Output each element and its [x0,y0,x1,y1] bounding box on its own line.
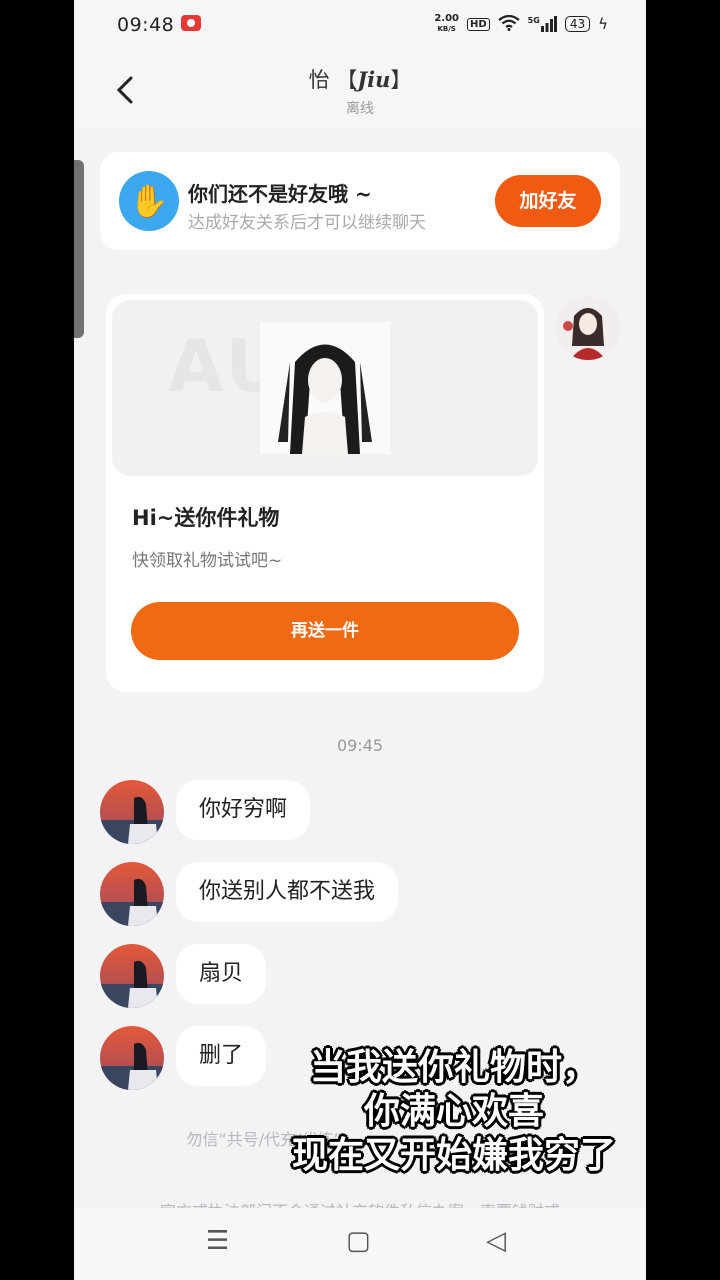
gift-avatar-image [260,322,390,454]
contact-name-end: 】 [390,68,412,92]
gift-title: Hi~送你件礼物 [132,506,280,530]
contact-name-main: 怡 【 [308,68,358,92]
message-bubble[interactable]: 删了 [176,1026,267,1086]
charging-icon: ϟ [598,15,608,33]
gift-message-card[interactable]: AU Hi~送你件礼物 快领取礼物试试吧~ 再送一件 [106,294,544,692]
caption-line-2: 你满心欢喜 [363,1091,544,1132]
battery-icon: 43 [564,16,591,32]
my-avatar[interactable] [556,296,620,360]
chat-header: 怡 【Jiu】 离线 [74,52,646,128]
network-type: 5G [527,16,540,25]
gift-preview: AU [112,300,538,476]
contact-status: 离线 [346,101,374,117]
status-bar: 09:48 2.00 KB/S HD 5G 43 ϟ [74,0,646,52]
not-friends-banner: ✋ 你们还不是好友哦 ~ 达成好友关系后才可以继续聊天 加好友 [100,152,620,250]
message-bubble[interactable]: 你送别人都不送我 [176,862,399,922]
message-timestamp: 09:45 [336,736,384,755]
status-time: 09:48 [117,14,175,36]
contact-avatar[interactable] [100,780,164,844]
menu-icon[interactable]: ☰ [206,1226,229,1256]
contact-name-stylized: Jiu [357,67,391,92]
home-icon[interactable]: ▢ [346,1226,371,1256]
network-speed: 2.00 KB/S [434,14,459,34]
video-caption: 当我送你礼物时， 你满心欢喜 现在又开始嫌我穷了 [264,1046,644,1178]
chat-title: 怡 【Jiu】 离线 [74,64,646,118]
phone-screen: 09:48 2.00 KB/S HD 5G 43 ϟ 怡 【Jiu】 离线 ✋ … [74,0,646,1280]
caption-line-1: 当我送你礼物时， [309,1047,598,1088]
system-nav-bar: ☰ ▢ ◁ [74,1208,646,1280]
contact-avatar[interactable] [100,862,164,926]
app-notification-icon [180,14,202,34]
banner-title: 你们还不是好友哦 ~ [188,182,372,206]
hand-wave-icon: ✋ [119,171,179,231]
netspeed-unit: KB/S [437,25,456,33]
contact-name: 怡 【Jiu】 [74,64,646,94]
message-bubble[interactable]: 扇贝 [176,944,267,1004]
hd-icon: HD [467,17,490,31]
right-letterbox [646,0,720,1280]
cellular-signal-icon: 5G [528,16,557,32]
gift-subtitle: 快领取礼物试试吧~ [132,551,283,571]
contact-avatar[interactable] [100,944,164,1008]
status-icons: 2.00 KB/S HD 5G 43 ϟ [434,14,608,34]
send-another-gift-button[interactable]: 再送一件 [131,602,519,660]
left-letterbox [0,0,74,1280]
add-friend-button[interactable]: 加好友 [495,175,601,227]
contact-avatar[interactable] [100,1026,164,1090]
back-nav-icon[interactable]: ◁ [486,1226,506,1256]
banner-subtitle: 达成好友关系后才可以继续聊天 [188,213,426,233]
drag-handle[interactable] [74,160,84,338]
message-bubble[interactable]: 你好穷啊 [176,780,311,840]
netspeed-value: 2.00 [434,13,459,24]
caption-line-3: 现在又开始嫌我穷了 [291,1135,616,1176]
wifi-icon [497,14,520,34]
